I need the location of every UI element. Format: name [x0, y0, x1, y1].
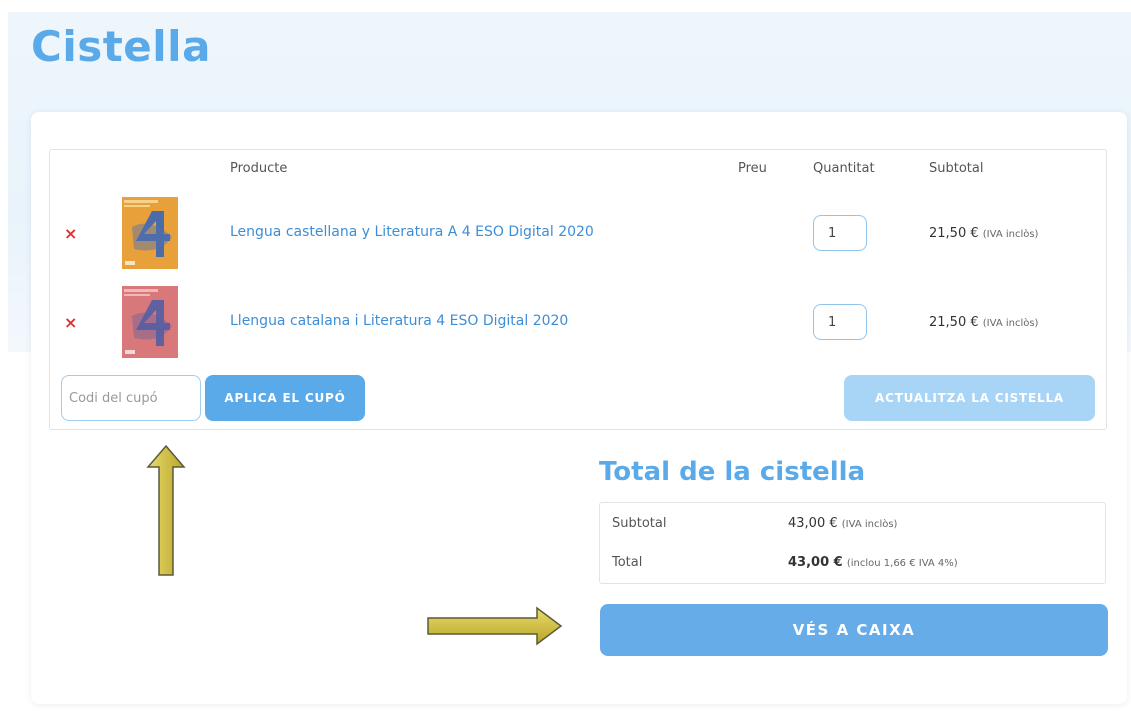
product-thumbnail[interactable] [122, 286, 178, 358]
proceed-to-checkout-button[interactable]: Vés a caixa [600, 604, 1108, 656]
line-subtotal-value: 21,50 € [929, 226, 979, 241]
total-amount: 43,00 € [788, 555, 843, 570]
right-arrow-annotation-icon [427, 606, 563, 646]
up-arrow-annotation-icon [146, 444, 186, 576]
subtotal-value: 43,00 € (IVA inclòs) [788, 516, 897, 531]
remove-item-icon[interactable]: × [64, 313, 77, 333]
product-link[interactable]: Llengua catalana i Literatura 4 ESO Digi… [230, 313, 568, 329]
total-value: 43,00 € (inclou 1,66 € IVA 4%) [788, 555, 958, 570]
apply-coupon-button[interactable]: Aplica el cupó [205, 375, 365, 421]
product-thumbnail[interactable] [122, 197, 178, 269]
quantity-input[interactable] [813, 304, 867, 340]
header-quantity: Quantitat [813, 161, 875, 176]
total-vat-note: (inclou 1,66 € IVA 4%) [846, 558, 958, 569]
total-label: Total [612, 555, 643, 570]
page-title: Cistella [31, 22, 211, 71]
product-link[interactable]: Lengua castellana y Literatura A 4 ESO D… [230, 224, 594, 240]
update-cart-button[interactable]: Actualitza la cistella [844, 375, 1095, 421]
vat-note: (IVA inclòs) [982, 318, 1039, 329]
book-cover-icon [122, 197, 178, 269]
header-price: Preu [738, 161, 767, 176]
coupon-code-input[interactable] [61, 375, 201, 421]
cart-totals-table [599, 502, 1106, 584]
subtotal-amount: 43,00 € [788, 516, 838, 531]
quantity-input[interactable] [813, 215, 867, 251]
line-subtotal-value: 21,50 € [929, 315, 979, 330]
header-product: Producte [230, 161, 288, 176]
line-subtotal: 21,50 € (IVA inclòs) [929, 315, 1038, 330]
cart-totals-title: Total de la cistella [599, 457, 866, 487]
header-subtotal: Subtotal [929, 161, 984, 176]
subtotal-label: Subtotal [612, 516, 667, 531]
line-subtotal: 21,50 € (IVA inclòs) [929, 226, 1038, 241]
subtotal-vat-note: (IVA inclòs) [841, 519, 898, 530]
vat-note: (IVA inclòs) [982, 229, 1039, 240]
remove-item-icon[interactable]: × [64, 224, 77, 244]
book-cover-icon [122, 286, 178, 358]
